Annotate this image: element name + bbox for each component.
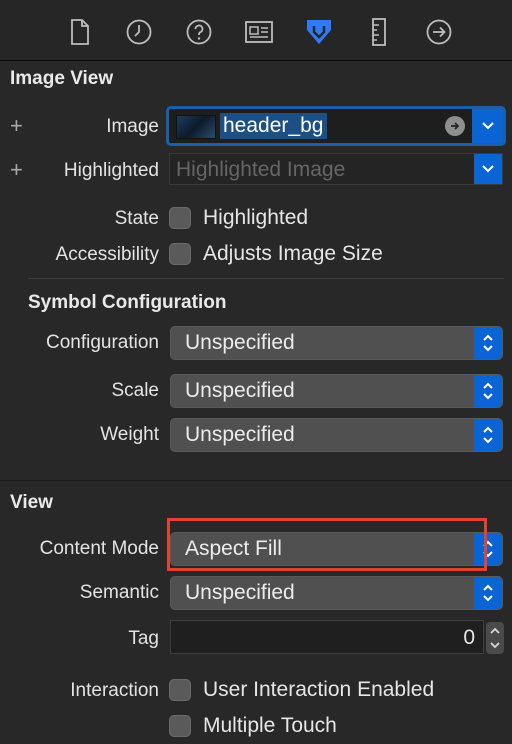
connections-inspector-icon[interactable] — [421, 14, 457, 50]
accessibility-label: Accessibility — [55, 244, 159, 265]
weight-popup[interactable]: Unspecified — [170, 418, 503, 452]
up-down-chevron-icon — [474, 577, 502, 609]
state-label: State — [114, 208, 159, 229]
scale-label: Scale — [111, 380, 159, 401]
user-interaction-enabled-checkbox[interactable] — [169, 679, 191, 701]
size-inspector-icon[interactable] — [361, 14, 397, 50]
tag-label: Tag — [128, 628, 159, 649]
user-interaction-enabled-label: User Interaction Enabled — [203, 678, 435, 701]
tag-value: 0 — [463, 626, 475, 649]
tag-field[interactable]: 0 — [170, 620, 484, 654]
semantic-label: Semantic — [79, 582, 159, 603]
history-inspector-icon[interactable] — [121, 14, 157, 50]
identity-inspector-icon[interactable] — [241, 14, 277, 50]
section-divider — [0, 480, 512, 481]
content-mode-highlight-box — [167, 518, 487, 571]
state-highlighted-label: Highlighted — [203, 206, 309, 229]
multiple-touch-checkbox[interactable] — [169, 715, 191, 737]
multiple-touch-label: Multiple Touch — [203, 714, 337, 737]
chevron-down-icon — [482, 165, 494, 173]
configuration-label: Configuration — [45, 332, 159, 353]
chevron-down-icon — [481, 122, 494, 130]
state-highlighted-checkbox[interactable] — [169, 207, 191, 229]
go-to-image-icon[interactable] — [445, 116, 465, 136]
highlighted-label: Highlighted — [63, 160, 159, 181]
adjusts-image-size-checkbox[interactable] — [169, 243, 191, 265]
up-down-chevron-icon — [474, 419, 502, 451]
scale-value: Unspecified — [185, 379, 295, 402]
tag-stepper[interactable] — [486, 622, 504, 654]
image-combo[interactable]: header_bg — [166, 106, 506, 146]
highlighted-dropdown-button[interactable] — [474, 154, 502, 184]
symbol-configuration-heading: Symbol Configuration — [28, 292, 227, 313]
view-heading: View — [10, 492, 53, 513]
image-label: Image — [106, 116, 159, 137]
semantic-value: Unspecified — [185, 581, 295, 604]
image-view-heading: Image View — [10, 68, 114, 89]
configuration-popup[interactable]: Unspecified — [170, 326, 503, 360]
quick-help-icon[interactable] — [181, 14, 217, 50]
divider — [28, 278, 504, 279]
image-value[interactable]: header_bg — [220, 113, 328, 139]
semantic-popup[interactable]: Unspecified — [170, 576, 503, 610]
configuration-value: Unspecified — [185, 331, 295, 354]
attributes-inspector-icon[interactable] — [301, 14, 337, 50]
add-image-variation-button[interactable]: + — [10, 115, 23, 137]
adjusts-image-size-label: Adjusts Image Size — [203, 242, 383, 265]
image-dropdown-button[interactable] — [472, 109, 503, 143]
content-mode-label: Content Mode — [39, 538, 159, 559]
interaction-label: Interaction — [70, 680, 159, 701]
inspector-tab-bar — [0, 0, 512, 61]
highlighted-image-combo[interactable]: Highlighted Image — [169, 153, 503, 185]
up-down-chevron-icon — [474, 375, 502, 407]
file-inspector-icon[interactable] — [62, 14, 98, 50]
add-highlighted-variation-button[interactable]: + — [10, 159, 23, 181]
stepper-arrows-icon — [490, 627, 500, 649]
weight-value: Unspecified — [185, 423, 295, 446]
highlighted-image-placeholder: Highlighted Image — [176, 158, 346, 181]
image-thumbnail — [176, 115, 216, 139]
scale-popup[interactable]: Unspecified — [170, 374, 503, 408]
weight-label: Weight — [100, 424, 159, 445]
up-down-chevron-icon — [474, 327, 502, 359]
